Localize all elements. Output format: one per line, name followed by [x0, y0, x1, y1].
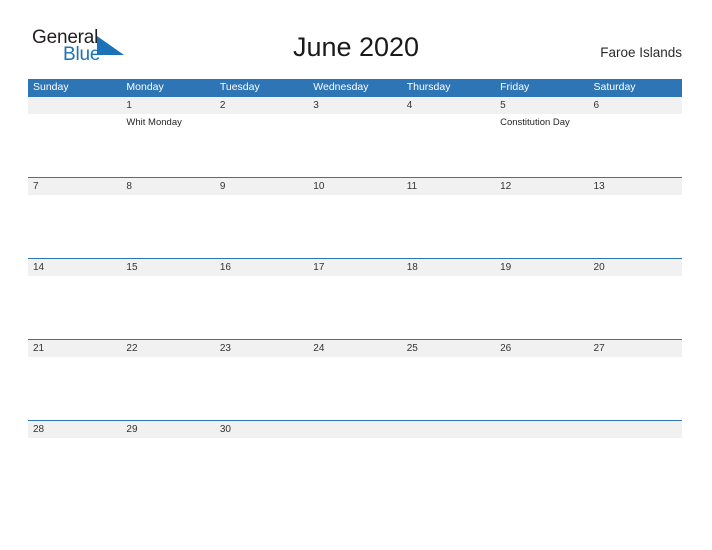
day-cell[interactable] [121, 357, 214, 420]
date-number[interactable]: 10 [308, 178, 401, 195]
day-cell[interactable] [589, 276, 682, 339]
event-label: Whit Monday [126, 117, 182, 128]
dow-header-thursday: Thursday [406, 81, 451, 93]
day-cell[interactable]: Whit Monday [121, 114, 214, 177]
dow-header-tuesday: Tuesday [219, 81, 260, 93]
date-number[interactable]: 22 [121, 340, 214, 357]
date-number[interactable]: 16 [215, 259, 308, 276]
date-number[interactable]: 3 [308, 97, 401, 114]
day-cell[interactable] [308, 357, 401, 420]
day-cell[interactable] [121, 276, 214, 339]
date-number[interactable]: 2 [215, 97, 308, 114]
date-number[interactable]: 28 [28, 421, 121, 438]
day-cell[interactable] [28, 276, 121, 339]
day-cell[interactable] [495, 195, 588, 258]
date-number[interactable]: 7 [28, 178, 121, 195]
week-event-band [28, 438, 682, 501]
week-event-band: Whit Monday Constitution Day [28, 114, 682, 177]
date-number[interactable] [28, 97, 121, 114]
day-cell[interactable] [402, 114, 495, 177]
dow-header-saturday: Saturday [593, 81, 636, 93]
date-number[interactable]: 30 [215, 421, 308, 438]
date-number[interactable]: 9 [215, 178, 308, 195]
date-number[interactable]: 25 [402, 340, 495, 357]
day-cell[interactable] [589, 438, 682, 501]
date-number[interactable]: 11 [402, 178, 495, 195]
date-number[interactable]: 12 [495, 178, 588, 195]
day-cell[interactable] [28, 357, 121, 420]
day-cell[interactable] [589, 114, 682, 177]
day-cell[interactable]: Constitution Day [495, 114, 588, 177]
week-row: 1 2 3 4 5 6 Whit Monday Constitution Day [28, 96, 682, 177]
dow-header-monday: Monday [126, 81, 164, 93]
date-number[interactable]: 8 [121, 178, 214, 195]
date-number[interactable]: 23 [215, 340, 308, 357]
day-cell[interactable] [28, 438, 121, 501]
date-number[interactable]: 19 [495, 259, 588, 276]
dow-header-wednesday: Wednesday [313, 81, 369, 93]
day-cell[interactable] [402, 438, 495, 501]
date-number[interactable]: 4 [402, 97, 495, 114]
date-number[interactable] [495, 421, 588, 438]
week-row: 14 15 16 17 18 19 20 [28, 258, 682, 339]
day-cell[interactable] [589, 195, 682, 258]
dow-header-friday: Friday [500, 81, 530, 93]
day-cell[interactable] [28, 114, 121, 177]
date-number[interactable]: 26 [495, 340, 588, 357]
date-number[interactable]: 17 [308, 259, 401, 276]
date-number[interactable] [589, 421, 682, 438]
day-cell[interactable] [308, 438, 401, 501]
day-cell[interactable] [495, 438, 588, 501]
day-cell[interactable] [215, 114, 308, 177]
date-number[interactable] [402, 421, 495, 438]
day-cell[interactable] [402, 357, 495, 420]
date-number[interactable]: 18 [402, 259, 495, 276]
day-cell[interactable] [215, 438, 308, 501]
week-row: 7 8 9 10 11 12 13 [28, 177, 682, 258]
day-cell[interactable] [121, 195, 214, 258]
week-date-band: 28 29 30 [28, 421, 682, 438]
date-number[interactable]: 21 [28, 340, 121, 357]
day-cell[interactable] [589, 357, 682, 420]
week-date-band: 21 22 23 24 25 26 27 [28, 340, 682, 357]
date-number[interactable]: 20 [589, 259, 682, 276]
week-event-band [28, 357, 682, 420]
day-cell[interactable] [215, 357, 308, 420]
date-number[interactable]: 5 [495, 97, 588, 114]
calendar-page: General Blue June 2020 Faroe Islands Sun… [0, 0, 712, 550]
region-label: Faroe Islands [600, 45, 682, 60]
day-cell[interactable] [28, 195, 121, 258]
date-number[interactable]: 29 [121, 421, 214, 438]
day-cell[interactable] [121, 438, 214, 501]
week-row: 28 29 30 [28, 420, 682, 501]
date-number[interactable] [308, 421, 401, 438]
week-event-band [28, 276, 682, 339]
day-cell[interactable] [215, 195, 308, 258]
day-cell[interactable] [402, 195, 495, 258]
week-row: 21 22 23 24 25 26 27 [28, 339, 682, 420]
date-number[interactable]: 14 [28, 259, 121, 276]
calendar-grid: Sunday Monday Tuesday Wednesday Thursday… [28, 79, 682, 501]
date-number[interactable]: 27 [589, 340, 682, 357]
event-label: Constitution Day [500, 117, 570, 128]
day-cell[interactable] [215, 276, 308, 339]
day-cell[interactable] [495, 357, 588, 420]
day-cell[interactable] [308, 195, 401, 258]
day-cell[interactable] [495, 276, 588, 339]
page-header: General Blue June 2020 Faroe Islands [0, 0, 712, 79]
week-date-band: 7 8 9 10 11 12 13 [28, 178, 682, 195]
week-date-band: 14 15 16 17 18 19 20 [28, 259, 682, 276]
dow-header-sunday: Sunday [33, 81, 69, 93]
date-number[interactable]: 6 [589, 97, 682, 114]
date-number[interactable]: 15 [121, 259, 214, 276]
day-cell[interactable] [308, 276, 401, 339]
week-date-band: 1 2 3 4 5 6 [28, 97, 682, 114]
day-cell[interactable] [308, 114, 401, 177]
week-event-band [28, 195, 682, 258]
day-of-week-header-row: Sunday Monday Tuesday Wednesday Thursday… [28, 79, 682, 96]
day-cell[interactable] [402, 276, 495, 339]
date-number[interactable]: 1 [121, 97, 214, 114]
date-number[interactable]: 13 [589, 178, 682, 195]
date-number[interactable]: 24 [308, 340, 401, 357]
